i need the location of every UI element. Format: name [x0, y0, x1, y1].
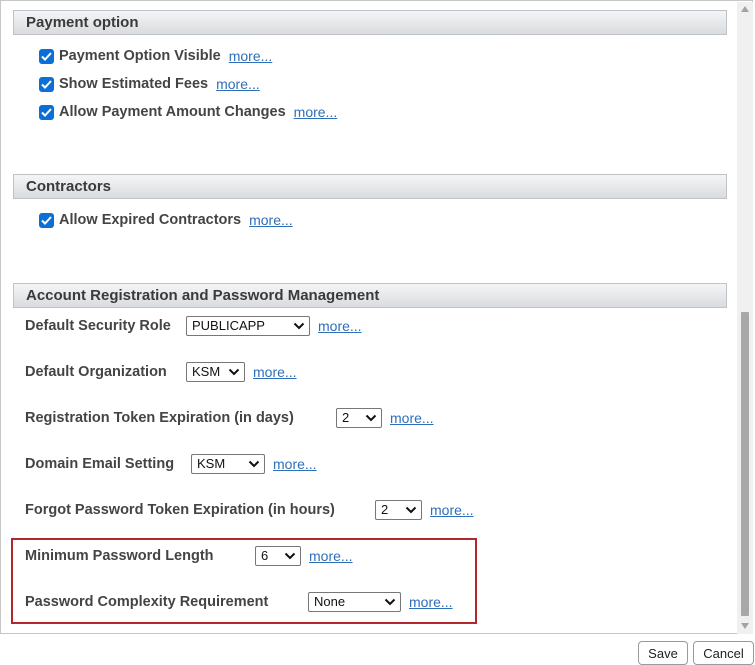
payment-option-visible-checkbox[interactable]: [39, 48, 54, 64]
show-estimated-fees-checkbox[interactable]: [39, 76, 54, 92]
forgot-password-token-expiration-value: 2: [381, 502, 389, 517]
domain-email-setting-value: KSM: [197, 456, 226, 471]
chevron-down-icon: [248, 460, 260, 468]
allow-expired-contractors-checkbox[interactable]: [39, 212, 54, 228]
section-header-contractors: Contractors: [13, 174, 727, 199]
chevron-down-icon: [293, 322, 305, 330]
domain-email-setting-more-link[interactable]: more...: [273, 456, 317, 472]
minimum-password-length-value: 6: [261, 548, 269, 563]
checkmark-icon: [41, 79, 52, 89]
scrollbar-thumb[interactable]: [741, 312, 749, 616]
default-security-role-select[interactable]: PUBLICAPP: [186, 316, 310, 336]
password-complexity-requirement-label: Password Complexity Requirement: [25, 594, 269, 610]
registration-token-expiration-label: Registration Token Expiration (in days): [25, 410, 294, 426]
checkmark-icon: [41, 51, 52, 61]
forgot-password-token-expiration-label: Forgot Password Token Expiration (in hou…: [25, 502, 335, 518]
payment-option-visible-label: Payment Option Visible: [59, 48, 221, 64]
save-button[interactable]: Save: [638, 641, 688, 665]
allow-payment-amount-changes-checkbox[interactable]: [39, 104, 54, 120]
registration-token-expiration-select[interactable]: 2: [336, 408, 382, 428]
forgot-password-token-expiration-select[interactable]: 2: [375, 500, 422, 520]
minimum-password-length-more-link[interactable]: more...: [309, 548, 353, 564]
chevron-down-icon: [228, 368, 240, 376]
allow-payment-amount-changes-label: Allow Payment Amount Changes: [59, 104, 286, 120]
checkmark-icon: [41, 107, 52, 117]
domain-email-setting-label: Domain Email Setting: [25, 456, 175, 472]
show-estimated-fees-more-link[interactable]: more...: [216, 76, 260, 92]
chevron-down-icon: [384, 598, 396, 606]
password-complexity-requirement-select[interactable]: None: [308, 592, 401, 612]
section-header-account-registration: Account Registration and Password Manage…: [13, 283, 727, 308]
forgot-password-token-expiration-more-link[interactable]: more...: [430, 502, 474, 518]
default-organization-value: KSM: [192, 364, 221, 379]
chevron-down-icon: [365, 414, 377, 422]
default-security-role-label: Default Security Role: [25, 318, 171, 334]
section-header-payment: Payment option: [13, 10, 727, 35]
registration-token-expiration-more-link[interactable]: more...: [390, 410, 434, 426]
checkmark-icon: [41, 215, 52, 225]
scroll-down-arrow-icon[interactable]: [741, 623, 749, 629]
default-security-role-more-link[interactable]: more...: [318, 318, 362, 334]
payment-option-visible-row: Payment Option Visible more...: [39, 48, 272, 64]
show-estimated-fees-label: Show Estimated Fees: [59, 76, 209, 92]
vertical-scrollbar[interactable]: [737, 2, 753, 634]
minimum-password-length-label: Minimum Password Length: [25, 548, 214, 564]
cancel-button[interactable]: Cancel: [693, 641, 754, 665]
allow-payment-amount-changes-more-link[interactable]: more...: [294, 104, 338, 120]
default-security-role-value: PUBLICAPP: [192, 318, 265, 333]
default-organization-more-link[interactable]: more...: [253, 364, 297, 380]
domain-email-setting-select[interactable]: KSM: [191, 454, 265, 474]
show-estimated-fees-row: Show Estimated Fees more...: [39, 76, 260, 92]
settings-panel: Payment option Payment Option Visible mo…: [0, 0, 753, 634]
chevron-down-icon: [405, 506, 417, 514]
allow-expired-contractors-row: Allow Expired Contractors more...: [39, 212, 293, 228]
password-complexity-requirement-more-link[interactable]: more...: [409, 594, 453, 610]
default-organization-label: Default Organization: [25, 364, 167, 380]
chevron-down-icon: [284, 552, 296, 560]
allow-expired-contractors-more-link[interactable]: more...: [249, 212, 293, 228]
allow-expired-contractors-label: Allow Expired Contractors: [59, 212, 242, 228]
default-organization-select[interactable]: KSM: [186, 362, 245, 382]
payment-option-visible-more-link[interactable]: more...: [229, 48, 273, 64]
allow-payment-amount-changes-row: Allow Payment Amount Changes more...: [39, 104, 337, 120]
scroll-up-arrow-icon[interactable]: [741, 6, 749, 12]
registration-token-expiration-value: 2: [342, 410, 350, 425]
password-complexity-requirement-value: None: [314, 594, 346, 609]
minimum-password-length-select[interactable]: 6: [255, 546, 301, 566]
